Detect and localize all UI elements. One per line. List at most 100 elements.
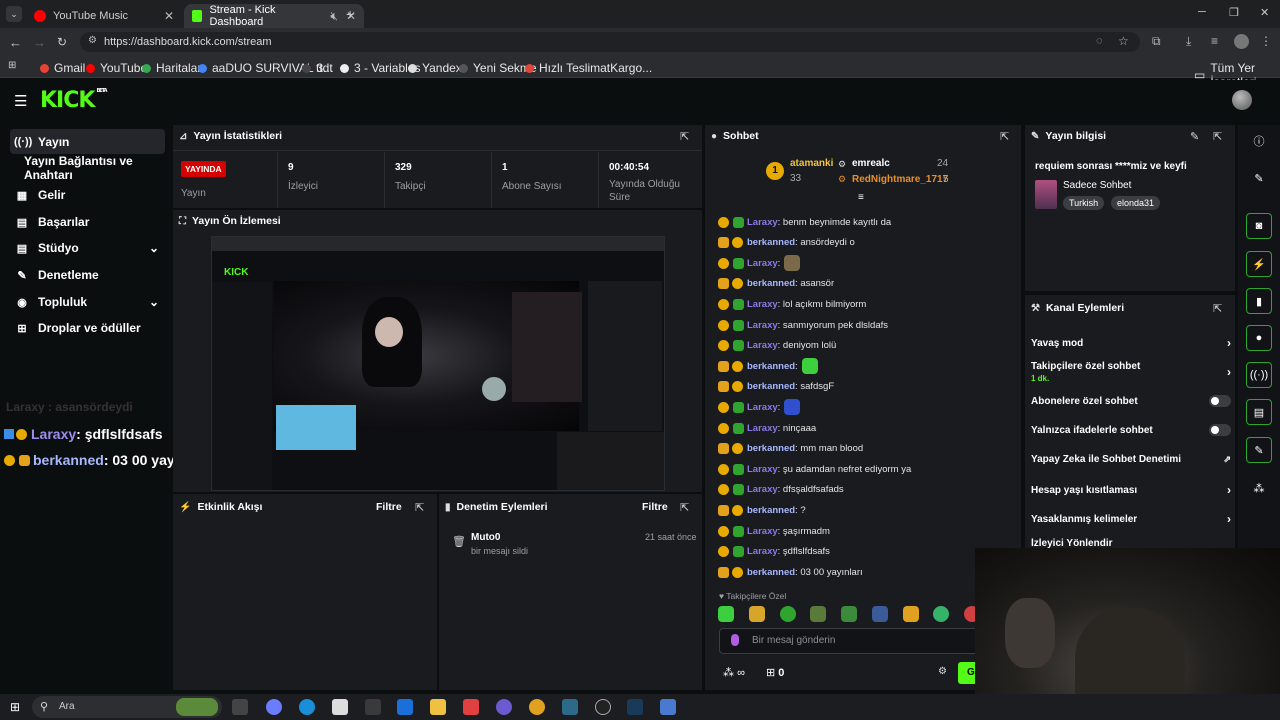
chat-username[interactable]: berkanned xyxy=(747,567,795,578)
moderation-filter-button[interactable]: Filtre xyxy=(642,501,668,513)
emote-icon[interactable] xyxy=(933,606,950,622)
points-icon[interactable]: ⁂ ∞ xyxy=(723,666,745,679)
gift-count[interactable]: ⊞ 0 xyxy=(766,666,784,679)
sidebar-item-droplar[interactable]: ⊞ Droplar ve ödüller xyxy=(10,316,165,340)
forward-icon[interactable]: → xyxy=(33,35,46,50)
sidebar-item-topluluk[interactable]: ◉ Topluluk ⌄ xyxy=(10,290,165,314)
bookmark-gmail[interactable]: Gmail xyxy=(40,61,85,75)
category-thumbnail[interactable] xyxy=(1035,180,1057,209)
chat-message[interactable]: berkanned: ? xyxy=(718,500,806,520)
chat-message[interactable]: Laraxy: xyxy=(718,397,801,417)
chat-message[interactable]: Laraxy: ninçaaa xyxy=(718,418,816,438)
close-window-icon[interactable]: ✕ xyxy=(1260,6,1269,19)
chat-username[interactable]: Laraxy xyxy=(747,258,778,269)
leader-name[interactable]: atamanki xyxy=(790,158,833,169)
chat-message[interactable]: Laraxy: lol açıkmı bilmiyorm xyxy=(718,294,866,314)
chat-message[interactable]: berkanned: asansör xyxy=(718,274,834,294)
chat-message[interactable]: Laraxy: şu adamdan nefret ediyorm ya xyxy=(718,459,911,479)
sidebar-item-basarilar[interactable]: ▤ Başarılar xyxy=(10,210,165,234)
points-icon[interactable]: ⁂ xyxy=(1246,475,1272,501)
popout-icon[interactable]: ⇱ xyxy=(1000,130,1009,143)
document-icon[interactable]: ▮ xyxy=(1246,288,1272,314)
discord-icon[interactable] xyxy=(496,699,512,715)
collapse-pins-icon[interactable]: ≡ xyxy=(858,192,864,203)
chat-username[interactable]: Laraxy xyxy=(747,217,778,228)
sidebar-item-yayin[interactable]: ((·)) Yayın xyxy=(10,129,165,154)
outlook-icon[interactable] xyxy=(397,699,413,715)
eye-off-icon[interactable]: ◌ xyxy=(1096,35,1103,47)
chat-message[interactable]: Laraxy: benm beynimde kayıtlı da xyxy=(718,212,891,232)
chat-username[interactable]: berkanned xyxy=(747,381,795,392)
sidebar-item-studyo[interactable]: ▤ Stüdyo ⌄ xyxy=(10,236,165,260)
chat-username[interactable]: Laraxy xyxy=(747,526,778,537)
wrench-icon[interactable]: ✎ xyxy=(1246,437,1272,463)
store-icon[interactable] xyxy=(332,699,348,715)
tab-kick-dashboard[interactable]: Stream - Kick Dashboard 🔇︎ ✕ xyxy=(184,4,364,28)
taskbar-search[interactable]: ⚲ Ara xyxy=(32,696,222,718)
copilot-icon[interactable] xyxy=(266,699,282,715)
popout-icon[interactable]: ⇱ xyxy=(1213,130,1222,143)
bookmark-kargo[interactable]: Hızlı TeslimatKargo... xyxy=(525,61,652,75)
restore-icon[interactable]: ❐ xyxy=(1229,6,1239,19)
chat-message[interactable]: Laraxy: şaşırmadm xyxy=(718,521,830,541)
windows-start-icon[interactable]: ⊞ xyxy=(10,700,20,714)
kick-logo[interactable]: KICK BETA xyxy=(40,88,108,113)
action-ai-moderation[interactable]: Yapay Zeka ile Sohbet Denetimi ⇗ xyxy=(1031,454,1231,465)
chat-username[interactable]: berkanned xyxy=(747,443,795,454)
extensions-icon[interactable]: ⧉ xyxy=(1152,34,1161,49)
chat-message[interactable]: Laraxy: dfsşaldfsafads xyxy=(718,480,844,500)
pencil-icon[interactable]: ✎ xyxy=(1246,165,1272,191)
emote-icon[interactable] xyxy=(902,606,919,622)
sidebar-item-gelir[interactable]: ▦ Gelir xyxy=(10,183,165,207)
chat-message[interactable]: berkanned: xyxy=(718,356,818,376)
info-icon[interactable]: ⓘ xyxy=(1246,128,1272,154)
chat-settings-icon[interactable]: ⚙ xyxy=(938,666,947,677)
tab-search-icon[interactable]: ⌄ xyxy=(6,6,22,22)
activity-filter-button[interactable]: Filtre xyxy=(376,501,402,513)
popout-icon[interactable]: ⇱ xyxy=(1213,302,1222,315)
chat-bubble-icon[interactable]: ● xyxy=(1246,325,1272,351)
url-bar[interactable]: https://dashboard.kick.com/stream xyxy=(80,32,1140,52)
broadcast-icon[interactable]: ((·)) xyxy=(1246,362,1272,388)
chat-message[interactable]: berkanned: ansördeydi o xyxy=(718,233,855,253)
chat-username[interactable]: Laraxy xyxy=(747,299,778,310)
m365-icon[interactable] xyxy=(365,699,381,715)
bookmark-ttdt[interactable]: ttdt xyxy=(302,61,333,75)
action-account-age[interactable]: Hesap yaşı kısıtlaması › xyxy=(1031,483,1231,497)
action-emotes-only[interactable]: Yalnızca ifadelerle sohbet xyxy=(1031,424,1231,436)
leader-name[interactable]: RedNightmare_1717 xyxy=(852,174,948,185)
mute-tab-icon[interactable]: 🔇︎ xyxy=(330,9,338,24)
chat-username[interactable]: Laraxy xyxy=(747,546,778,557)
chat-message[interactable]: Laraxy: deniyom lolü xyxy=(718,336,836,356)
bookmark-youtube[interactable]: YouTube xyxy=(86,61,147,75)
app-w-icon[interactable] xyxy=(463,699,479,715)
microphone-icon[interactable] xyxy=(731,634,739,646)
chat-message[interactable]: berkanned: 03 00 yayınları xyxy=(718,562,863,582)
obs-icon[interactable] xyxy=(595,699,611,715)
subscribers-only-toggle[interactable] xyxy=(1209,395,1231,407)
apps-grid-icon[interactable]: ⊞ xyxy=(8,60,16,71)
profile-avatar[interactable] xyxy=(1234,34,1249,49)
sidebar-item-denetleme[interactable]: ✎ Denetleme xyxy=(10,263,165,287)
category-name[interactable]: Sadece Sohbet xyxy=(1063,180,1131,191)
edge-icon[interactable] xyxy=(299,699,315,715)
lightning-icon[interactable]: ⚡ xyxy=(1246,251,1272,277)
camera-icon[interactable]: ◙ xyxy=(1246,213,1272,239)
stream-preview-video[interactable]: KICK xyxy=(211,236,665,491)
close-tab-icon[interactable]: ✕ xyxy=(164,9,174,23)
bookmark-maps[interactable]: Haritalar xyxy=(142,61,201,75)
sidebar-item-stream-key[interactable]: Yayın Bağlantısı ve Anahtarı xyxy=(20,154,170,182)
leader-name[interactable]: emrealc xyxy=(852,158,890,169)
emote-icon[interactable] xyxy=(718,606,734,622)
list-icon[interactable]: ▤ xyxy=(1246,399,1272,425)
chat-message[interactable]: Laraxy: sanmıyorum pek dlsldafs xyxy=(718,315,888,335)
action-banned-words[interactable]: Yasaklanmış kelimeler › xyxy=(1031,512,1231,526)
tab-youtube-music[interactable]: YouTube Music ✕ xyxy=(26,4,182,28)
chat-username[interactable]: Laraxy xyxy=(747,340,778,351)
chat-username[interactable]: Laraxy xyxy=(747,464,778,475)
chat-username[interactable]: Laraxy xyxy=(747,484,778,495)
bookmark-yandex[interactable]: Yandex xyxy=(408,61,462,75)
emote-icon[interactable] xyxy=(871,606,888,622)
minimize-icon[interactable]: ─ xyxy=(1198,6,1206,18)
chat-message[interactable]: berkanned: safdsgF xyxy=(718,377,834,397)
